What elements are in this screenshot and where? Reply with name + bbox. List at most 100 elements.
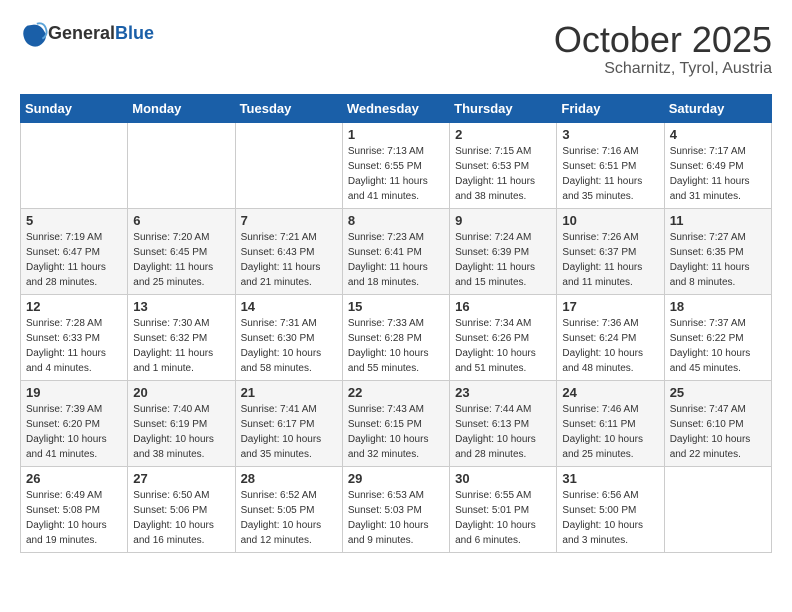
calendar-day-cell: 25 Sunrise: 7:47 AM Sunset: 6:10 PM Dayli… xyxy=(664,380,771,466)
day-number: 22 xyxy=(348,385,444,400)
calendar-day-header: Sunday xyxy=(21,94,128,122)
day-number: 18 xyxy=(670,299,766,314)
calendar-day-cell xyxy=(235,122,342,208)
calendar-day-cell: 19 Sunrise: 7:39 AM Sunset: 6:20 PM Dayli… xyxy=(21,380,128,466)
calendar-day-cell: 21Sunrise: 7:41 AM Sunset: 6:17 PM Dayli… xyxy=(235,380,342,466)
day-info: Sunrise: 7:28 AM Sunset: 6:33 PM Dayligh… xyxy=(26,316,122,376)
calendar-day-cell: 18 Sunrise: 7:37 AM Sunset: 6:22 PM Dayli… xyxy=(664,294,771,380)
day-info: Sunrise: 7:33 AM Sunset: 6:28 PM Dayligh… xyxy=(348,316,444,376)
day-number: 29 xyxy=(348,471,444,486)
day-number: 4 xyxy=(670,127,766,142)
day-info: Sunrise: 6:52 AM Sunset: 5:05 PM Dayligh… xyxy=(241,488,337,548)
day-number: 15 xyxy=(348,299,444,314)
day-info: Sunrise: 7:20 AM Sunset: 6:45 PM Dayligh… xyxy=(133,230,229,290)
day-info: Sunrise: 7:24 AM Sunset: 6:39 PM Dayligh… xyxy=(455,230,551,290)
day-info: Sunrise: 7:15 AM Sunset: 6:53 PM Dayligh… xyxy=(455,144,551,204)
calendar-day-cell xyxy=(21,122,128,208)
day-info: Sunrise: 6:55 AM Sunset: 5:01 PM Dayligh… xyxy=(455,488,551,548)
day-number: 3 xyxy=(562,127,658,142)
day-info: Sunrise: 6:50 AM Sunset: 5:06 PM Dayligh… xyxy=(133,488,229,548)
day-number: 21 xyxy=(241,385,337,400)
day-number: 24 xyxy=(562,385,658,400)
day-info: Sunrise: 7:27 AM Sunset: 6:35 PM Dayligh… xyxy=(670,230,766,290)
calendar-day-cell: 28 Sunrise: 6:52 AM Sunset: 5:05 PM Dayli… xyxy=(235,466,342,552)
title-block: October 2025 Scharnitz, Tyrol, Austria xyxy=(554,20,772,78)
calendar-day-cell xyxy=(664,466,771,552)
calendar-day-cell: 11Sunrise: 7:27 AM Sunset: 6:35 PM Dayli… xyxy=(664,208,771,294)
calendar-week-row: 19 Sunrise: 7:39 AM Sunset: 6:20 PM Dayli… xyxy=(21,380,772,466)
calendar-day-cell: 31 Sunrise: 6:56 AM Sunset: 5:00 PM Dayli… xyxy=(557,466,664,552)
day-number: 27 xyxy=(133,471,229,486)
day-info: Sunrise: 7:17 AM Sunset: 6:49 PM Dayligh… xyxy=(670,144,766,204)
calendar-day-cell: 22 Sunrise: 7:43 AM Sunset: 6:15 PM Dayli… xyxy=(342,380,449,466)
day-info: Sunrise: 7:30 AM Sunset: 6:32 PM Dayligh… xyxy=(133,316,229,376)
day-number: 9 xyxy=(455,213,551,228)
logo-icon xyxy=(20,20,48,48)
day-info: Sunrise: 7:19 AM Sunset: 6:47 PM Dayligh… xyxy=(26,230,122,290)
calendar-day-cell: 23 Sunrise: 7:44 AM Sunset: 6:13 PM Dayli… xyxy=(450,380,557,466)
calendar-day-header: Monday xyxy=(128,94,235,122)
day-number: 7 xyxy=(241,213,337,228)
calendar-day-cell: 15 Sunrise: 7:33 AM Sunset: 6:28 PM Dayli… xyxy=(342,294,449,380)
calendar-day-cell: 5 Sunrise: 7:19 AM Sunset: 6:47 PM Daylig… xyxy=(21,208,128,294)
day-number: 31 xyxy=(562,471,658,486)
calendar-day-header: Wednesday xyxy=(342,94,449,122)
day-info: Sunrise: 7:43 AM Sunset: 6:15 PM Dayligh… xyxy=(348,402,444,462)
day-info: Sunrise: 6:56 AM Sunset: 5:00 PM Dayligh… xyxy=(562,488,658,548)
day-info: Sunrise: 7:40 AM Sunset: 6:19 PM Dayligh… xyxy=(133,402,229,462)
calendar-day-header: Saturday xyxy=(664,94,771,122)
calendar-day-cell: 26Sunrise: 6:49 AM Sunset: 5:08 PM Dayli… xyxy=(21,466,128,552)
day-info: Sunrise: 6:53 AM Sunset: 5:03 PM Dayligh… xyxy=(348,488,444,548)
calendar-day-cell: 14 Sunrise: 7:31 AM Sunset: 6:30 PM Dayli… xyxy=(235,294,342,380)
calendar-day-header: Friday xyxy=(557,94,664,122)
logo-general-text: General xyxy=(48,23,115,43)
day-info: Sunrise: 7:47 AM Sunset: 6:10 PM Dayligh… xyxy=(670,402,766,462)
day-info: Sunrise: 7:21 AM Sunset: 6:43 PM Dayligh… xyxy=(241,230,337,290)
day-info: Sunrise: 7:31 AM Sunset: 6:30 PM Dayligh… xyxy=(241,316,337,376)
day-number: 23 xyxy=(455,385,551,400)
calendar-table: SundayMondayTuesdayWednesdayThursdayFrid… xyxy=(20,94,772,553)
day-number: 26 xyxy=(26,471,122,486)
day-number: 20 xyxy=(133,385,229,400)
day-number: 28 xyxy=(241,471,337,486)
calendar-day-cell: 27 Sunrise: 6:50 AM Sunset: 5:06 PM Dayli… xyxy=(128,466,235,552)
day-number: 19 xyxy=(26,385,122,400)
day-info: Sunrise: 7:26 AM Sunset: 6:37 PM Dayligh… xyxy=(562,230,658,290)
day-number: 25 xyxy=(670,385,766,400)
calendar-day-cell: 7 Sunrise: 7:21 AM Sunset: 6:43 PM Daylig… xyxy=(235,208,342,294)
calendar-day-header: Thursday xyxy=(450,94,557,122)
day-info: Sunrise: 7:39 AM Sunset: 6:20 PM Dayligh… xyxy=(26,402,122,462)
day-number: 13 xyxy=(133,299,229,314)
day-number: 5 xyxy=(26,213,122,228)
calendar-week-row: 1Sunrise: 7:13 AM Sunset: 6:55 PM Daylig… xyxy=(21,122,772,208)
calendar-week-row: 5 Sunrise: 7:19 AM Sunset: 6:47 PM Daylig… xyxy=(21,208,772,294)
calendar-day-cell: 16 Sunrise: 7:34 AM Sunset: 6:26 PM Dayli… xyxy=(450,294,557,380)
calendar-day-cell: 13 Sunrise: 7:30 AM Sunset: 6:32 PM Dayli… xyxy=(128,294,235,380)
day-number: 10 xyxy=(562,213,658,228)
calendar-day-cell xyxy=(128,122,235,208)
day-number: 2 xyxy=(455,127,551,142)
calendar-day-cell: 4 Sunrise: 7:17 AM Sunset: 6:49 PM Daylig… xyxy=(664,122,771,208)
calendar-day-cell: 10 Sunrise: 7:26 AM Sunset: 6:37 PM Dayli… xyxy=(557,208,664,294)
day-number: 1 xyxy=(348,127,444,142)
calendar-day-cell: 12Sunrise: 7:28 AM Sunset: 6:33 PM Dayli… xyxy=(21,294,128,380)
day-info: Sunrise: 7:36 AM Sunset: 6:24 PM Dayligh… xyxy=(562,316,658,376)
day-info: Sunrise: 7:44 AM Sunset: 6:13 PM Dayligh… xyxy=(455,402,551,462)
calendar-day-cell: 6Sunrise: 7:20 AM Sunset: 6:45 PM Daylig… xyxy=(128,208,235,294)
day-number: 14 xyxy=(241,299,337,314)
calendar-day-cell: 17Sunrise: 7:36 AM Sunset: 6:24 PM Dayli… xyxy=(557,294,664,380)
day-info: Sunrise: 7:23 AM Sunset: 6:41 PM Dayligh… xyxy=(348,230,444,290)
day-number: 16 xyxy=(455,299,551,314)
calendar-day-cell: 20 Sunrise: 7:40 AM Sunset: 6:19 PM Dayli… xyxy=(128,380,235,466)
logo-blue-text: Blue xyxy=(115,23,154,43)
day-info: Sunrise: 7:34 AM Sunset: 6:26 PM Dayligh… xyxy=(455,316,551,376)
calendar-day-cell: 3 Sunrise: 7:16 AM Sunset: 6:51 PM Daylig… xyxy=(557,122,664,208)
calendar-day-cell: 8 Sunrise: 7:23 AM Sunset: 6:41 PM Daylig… xyxy=(342,208,449,294)
page-header: GeneralBlue October 2025 Scharnitz, Tyro… xyxy=(20,20,772,78)
day-info: Sunrise: 7:16 AM Sunset: 6:51 PM Dayligh… xyxy=(562,144,658,204)
location-subtitle: Scharnitz, Tyrol, Austria xyxy=(554,60,772,78)
day-number: 8 xyxy=(348,213,444,228)
day-info: Sunrise: 7:37 AM Sunset: 6:22 PM Dayligh… xyxy=(670,316,766,376)
calendar-week-row: 26Sunrise: 6:49 AM Sunset: 5:08 PM Dayli… xyxy=(21,466,772,552)
day-info: Sunrise: 7:46 AM Sunset: 6:11 PM Dayligh… xyxy=(562,402,658,462)
